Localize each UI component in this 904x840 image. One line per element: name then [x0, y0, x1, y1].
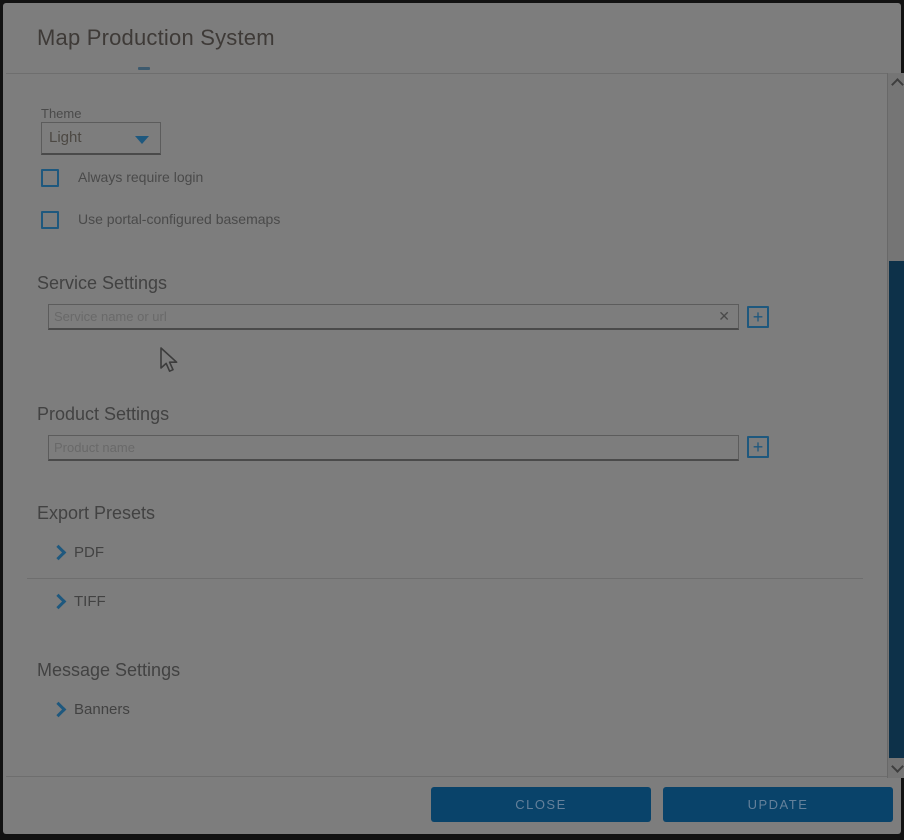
- add-service-button[interactable]: +: [747, 306, 769, 328]
- product-settings-heading: Product Settings: [37, 404, 169, 425]
- checkbox-label: Use portal-configured basemaps: [78, 211, 280, 227]
- checkbox-portal-basemaps[interactable]: [41, 211, 59, 229]
- theme-select-value: Light: [49, 129, 82, 146]
- theme-label: Theme: [41, 106, 81, 121]
- service-name-input[interactable]: [48, 304, 739, 330]
- close-button[interactable]: CLOSE: [431, 787, 651, 822]
- chevron-right-icon: [51, 701, 67, 717]
- caret-down-icon: [135, 136, 149, 144]
- add-product-button[interactable]: +: [747, 436, 769, 458]
- chevron-right-icon: [51, 593, 67, 609]
- export-presets-heading: Export Presets: [37, 503, 155, 524]
- footer-divider: [6, 776, 904, 777]
- settings-dialog: Map Production System Theme Light Always…: [3, 3, 901, 834]
- checkbox-label: Always require login: [78, 169, 203, 185]
- expander-label: PDF: [74, 544, 104, 561]
- scrollbar-thumb[interactable]: [889, 261, 904, 758]
- preset-divider: [27, 578, 863, 579]
- message-settings-heading: Message Settings: [37, 660, 180, 681]
- expander-banners[interactable]: Banners: [53, 701, 130, 718]
- clipped-content-sliver: [138, 67, 150, 70]
- scroll-up-icon[interactable]: [891, 78, 904, 91]
- expander-tiff[interactable]: TIFF: [53, 593, 106, 610]
- expander-label: Banners: [74, 701, 130, 718]
- screenshot-root: Map Production System Theme Light Always…: [0, 0, 904, 840]
- vertical-scrollbar[interactable]: [887, 73, 904, 778]
- page-title: Map Production System: [37, 25, 275, 51]
- titlebar-divider: [6, 73, 904, 74]
- expander-pdf[interactable]: PDF: [53, 544, 104, 561]
- expander-label: TIFF: [74, 593, 106, 610]
- theme-select[interactable]: Light: [41, 122, 161, 155]
- scroll-down-icon[interactable]: [891, 760, 904, 773]
- service-settings-heading: Service Settings: [37, 273, 167, 294]
- checkbox-always-require-login[interactable]: [41, 169, 59, 187]
- mouse-cursor: [160, 347, 180, 375]
- product-name-input[interactable]: [48, 435, 739, 461]
- clear-icon[interactable]: ✕: [718, 308, 730, 325]
- chevron-right-icon: [51, 544, 67, 560]
- product-input-wrap: [48, 435, 739, 461]
- service-input-wrap: ✕: [48, 304, 739, 330]
- update-button[interactable]: UPDATE: [663, 787, 893, 822]
